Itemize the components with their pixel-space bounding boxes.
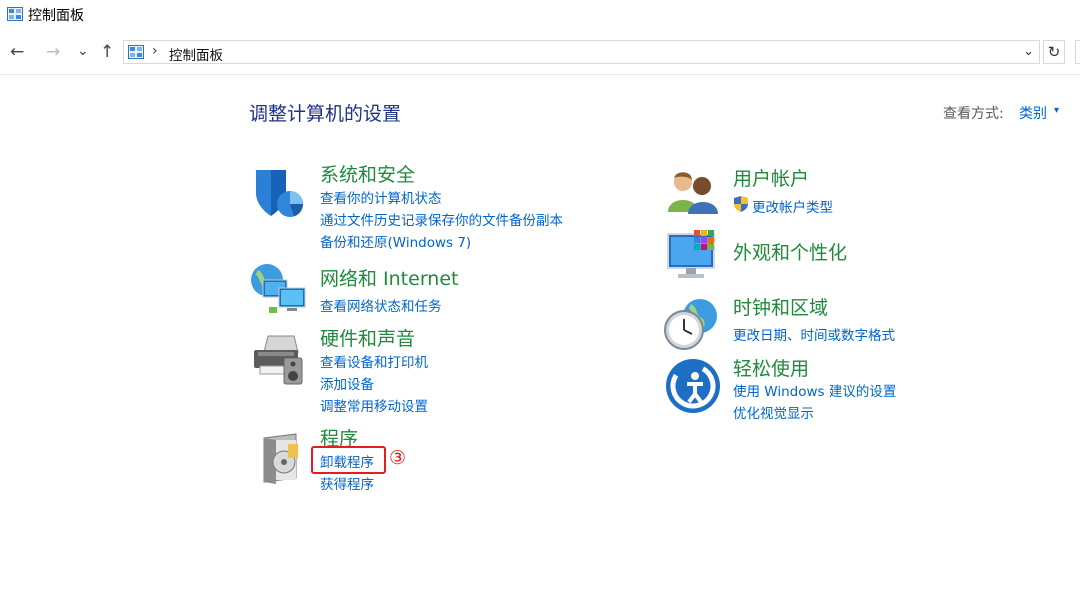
control-panel-icon	[7, 7, 23, 21]
category-title-network-internet[interactable]: 网络和 Internet	[320, 264, 458, 291]
category-title-ease-of-access[interactable]: 轻松使用	[733, 354, 809, 381]
link-get-programs[interactable]: 获得程序	[320, 473, 374, 493]
breadcrumb-separator-icon[interactable]: ›	[152, 43, 158, 59]
refresh-icon: ↻	[1047, 43, 1061, 61]
back-icon[interactable]: ←	[10, 42, 24, 62]
title-bar: 控制面板	[0, 0, 1080, 32]
breadcrumb-control-panel[interactable]: 控制面板	[169, 44, 223, 64]
link-mobility-settings[interactable]: 调整常用移动设置	[320, 395, 428, 415]
clock-icon[interactable]	[662, 296, 720, 352]
link-add-device[interactable]: 添加设备	[320, 373, 374, 393]
link-recommended-settings[interactable]: 使用 Windows 建议的设置	[733, 380, 896, 400]
view-by-label: 查看方式:	[943, 106, 1004, 122]
view-by-dropdown[interactable]: 类别	[1019, 103, 1047, 123]
link-view-network-status[interactable]: 查看网络状态和任务	[320, 295, 442, 315]
category-title-clock-region[interactable]: 时钟和区域	[733, 293, 828, 320]
uac-shield-icon	[734, 196, 748, 212]
shield-icon[interactable]	[252, 166, 306, 220]
recent-locations-icon[interactable]: ⌄	[77, 41, 89, 61]
divider	[0, 74, 1080, 75]
printer-icon[interactable]	[250, 332, 306, 386]
link-file-history-backup[interactable]: 通过文件历史记录保存你的文件备份副本	[320, 209, 563, 229]
forward-icon[interactable]: →	[46, 42, 60, 62]
link-change-date-time-format[interactable]: 更改日期、时间或数字格式	[733, 324, 895, 344]
step-number: ③	[389, 447, 407, 469]
link-backup-restore[interactable]: 备份和还原(Windows 7)	[320, 231, 471, 251]
ease-of-access-icon[interactable]	[665, 358, 721, 414]
link-view-computer-status[interactable]: 查看你的计算机状态	[320, 187, 442, 207]
window-title: 控制面板	[28, 8, 84, 24]
chevron-down-icon[interactable]: ⌄	[1023, 44, 1034, 59]
category-title-hardware-sound[interactable]: 硬件和声音	[320, 324, 415, 351]
category-title-user-accounts[interactable]: 用户帐户	[733, 164, 809, 191]
category-title-system-security[interactable]: 系统和安全	[320, 160, 415, 187]
link-optimize-visual-display[interactable]: 优化视觉显示	[733, 402, 814, 422]
link-change-account-type[interactable]: 更改帐户类型	[752, 196, 833, 216]
search-box[interactable]	[1075, 40, 1080, 64]
refresh-button[interactable]: ↻	[1043, 40, 1065, 64]
caret-down-icon[interactable]: ▾	[1054, 105, 1059, 116]
address-bar[interactable]: › 控制面板 ⌄	[123, 40, 1040, 64]
page-title: 调整计算机的设置	[249, 103, 402, 125]
control-panel-icon	[128, 45, 144, 59]
link-view-devices-printers[interactable]: 查看设备和打印机	[320, 351, 428, 371]
network-icon[interactable]	[249, 262, 307, 316]
navigation-bar: ← → ⌄ ↑ › 控制面板 ⌄ ↻	[0, 38, 1080, 68]
users-icon[interactable]	[666, 168, 720, 216]
programs-icon[interactable]	[256, 432, 304, 484]
monitor-icon[interactable]	[666, 228, 722, 284]
up-icon[interactable]: ↑	[100, 42, 114, 62]
highlight-box	[311, 446, 386, 474]
category-title-appearance[interactable]: 外观和个性化	[733, 238, 847, 265]
